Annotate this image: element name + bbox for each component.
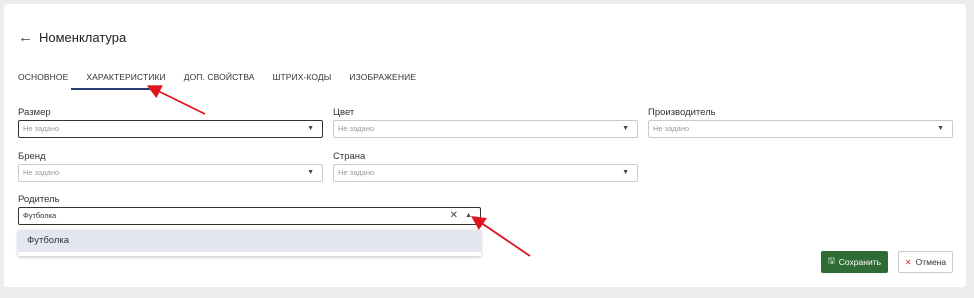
manufacturer-value: Не задано <box>653 124 690 133</box>
page-header: ← Номенклатура <box>18 30 126 45</box>
parent-label: Родитель <box>18 194 60 205</box>
save-button[interactable]: 🖫 Сохранить <box>821 251 888 273</box>
chevron-down-icon[interactable]: ▼ <box>937 121 944 137</box>
size-select[interactable]: Не задано ▼ <box>18 120 323 138</box>
size-label: Размер <box>18 107 51 118</box>
brand-label: Бренд <box>18 151 46 162</box>
tab-basic[interactable]: ОСНОВНОЕ <box>18 72 68 82</box>
tab-barcodes[interactable]: ШТРИХ-КОДЫ <box>273 72 332 82</box>
color-value: Не задано <box>338 124 375 133</box>
close-icon: ✕ <box>904 257 912 267</box>
manufacturer-select[interactable]: Не задано ▼ <box>648 120 953 138</box>
chevron-down-icon[interactable]: ▼ <box>307 121 314 137</box>
save-button-label: Сохранить <box>838 257 882 267</box>
country-select[interactable]: Не задано ▼ <box>333 164 638 182</box>
tab-extra-properties[interactable]: ДОП. СВОЙСТВА <box>184 72 255 82</box>
close-icon[interactable]: ✕ <box>450 208 458 224</box>
active-tab-indicator <box>71 88 159 90</box>
chevron-down-icon[interactable]: ▼ <box>307 165 314 181</box>
arrow-left-icon[interactable]: ← <box>18 30 33 45</box>
size-value: Не задано <box>23 124 60 133</box>
save-icon: 🖫 <box>827 256 835 265</box>
tab-image[interactable]: ИЗОБРАЖЕНИЕ <box>349 72 416 82</box>
color-label: Цвет <box>333 107 355 118</box>
country-label: Страна <box>333 151 366 162</box>
cancel-button[interactable]: ✕ Отмена <box>898 251 953 273</box>
tabs: ОСНОВНОЕ ХАРАКТЕРИСТИКИ ДОП. СВОЙСТВА ШТ… <box>18 72 434 82</box>
brand-value: Не задано <box>23 168 60 177</box>
page-title: Номенклатура <box>39 30 127 45</box>
parent-value: Футболка <box>23 211 57 220</box>
manufacturer-label: Производитель <box>648 107 716 118</box>
chevron-up-icon[interactable]: ▲ <box>465 208 472 224</box>
parent-dropdown: Футболка <box>18 230 481 256</box>
chevron-down-icon[interactable]: ▼ <box>622 165 629 181</box>
cancel-button-label: Отмена <box>915 257 947 267</box>
brand-select[interactable]: Не задано ▼ <box>18 164 323 182</box>
tab-characteristics[interactable]: ХАРАКТЕРИСТИКИ <box>86 72 165 82</box>
chevron-down-icon[interactable]: ▼ <box>622 121 629 137</box>
color-select[interactable]: Не задано ▼ <box>333 120 638 138</box>
country-value: Не задано <box>338 168 375 177</box>
dropdown-option[interactable]: Футболка <box>18 230 481 252</box>
parent-select[interactable]: Футболка ✕ ▲ <box>18 207 481 225</box>
